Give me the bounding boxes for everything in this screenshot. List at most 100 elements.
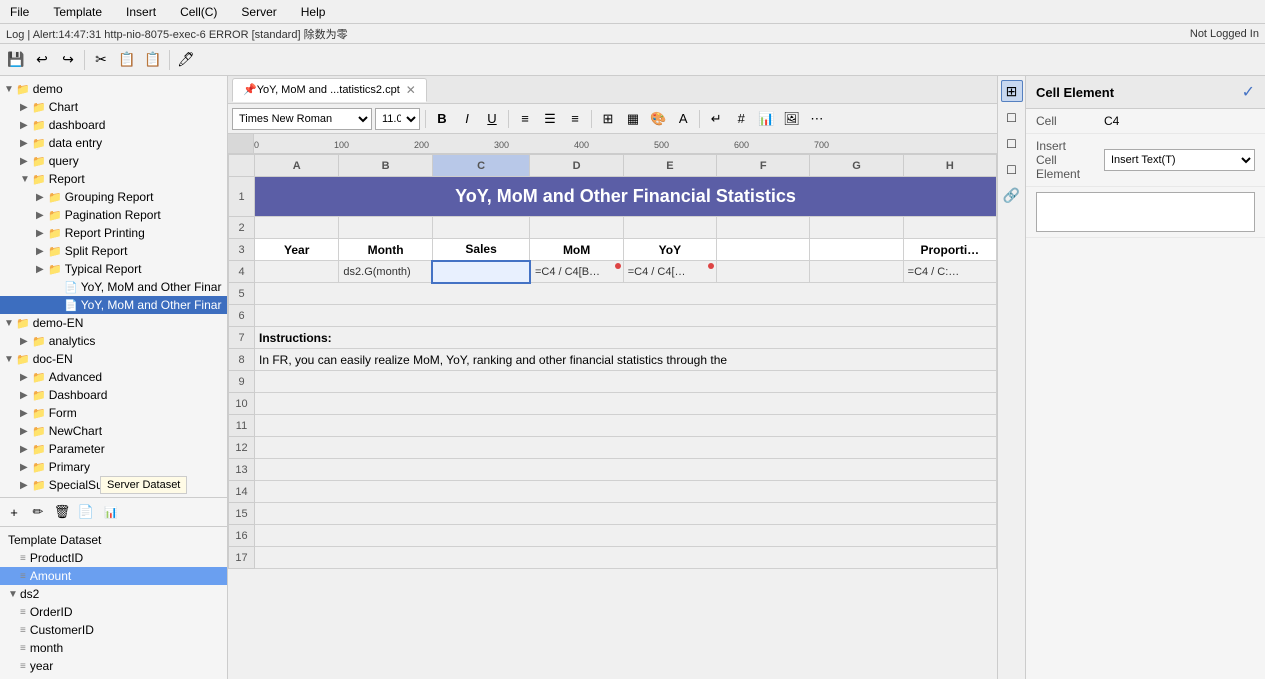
dataset-customerid[interactable]: ≡ CustomerID: [0, 621, 227, 639]
sidebar-item-typical-report[interactable]: ▶ 📁 Typical Report: [0, 260, 227, 278]
cell-a3[interactable]: Year: [255, 239, 339, 261]
align-right-btn[interactable]: ≡: [564, 108, 586, 130]
cell-a9[interactable]: [255, 371, 997, 393]
dataset-amount[interactable]: ≡ Amount: [0, 567, 227, 585]
cell-a12[interactable]: [255, 437, 997, 459]
cell-a6[interactable]: [255, 305, 997, 327]
text-wrap-btn[interactable]: ↵: [705, 108, 727, 130]
cell-e3[interactable]: YoY: [623, 239, 716, 261]
cell-g4[interactable]: [810, 261, 903, 283]
dataset-year[interactable]: ≡ year: [0, 657, 227, 675]
sidebar-item-doc-dashboard[interactable]: ▶ 📁 Dashboard: [0, 386, 227, 404]
property-check-btn[interactable]: ✓: [1242, 82, 1255, 102]
server-dataset-btn[interactable]: 📊 Server Dataset: [99, 501, 123, 523]
cell-b2[interactable]: [339, 217, 432, 239]
chart-btn[interactable]: 📊: [755, 108, 777, 130]
cell-e2[interactable]: [623, 217, 716, 239]
number-format-btn[interactable]: #: [730, 108, 752, 130]
cell-a10[interactable]: [255, 393, 997, 415]
cell-e4[interactable]: =C4 / C4[…: [623, 261, 716, 283]
grid-view-btn[interactable]: ⊞: [1001, 80, 1023, 102]
cell-a14[interactable]: [255, 481, 997, 503]
format-painter-btn[interactable]: 🖊: [174, 48, 198, 72]
sidebar-item-yoy2[interactable]: 📄 YoY, MoM and Other Finar: [0, 296, 227, 314]
sidebar-item-split-report[interactable]: ▶ 📁 Split Report: [0, 242, 227, 260]
menu-insert[interactable]: Insert: [122, 3, 160, 21]
menu-file[interactable]: File: [6, 3, 33, 21]
col-header-h[interactable]: H: [903, 155, 996, 177]
copy-dataset-btn[interactable]: 📄: [75, 501, 97, 523]
sidebar-item-dataentry[interactable]: ▶ 📁 data entry: [0, 134, 227, 152]
cell-a17[interactable]: [255, 547, 997, 569]
cell-a16[interactable]: [255, 525, 997, 547]
spreadsheet-container[interactable]: A B C D E F G H 1 YoY, MoM: [228, 154, 997, 679]
tab-close-btn[interactable]: ✕: [406, 83, 416, 97]
col-header-b[interactable]: B: [339, 155, 432, 177]
sidebar-item-query[interactable]: ▶ 📁 query: [0, 152, 227, 170]
image-btn[interactable]: 🖼: [780, 108, 803, 130]
sidebar-item-form[interactable]: ▶ 📁 Form: [0, 404, 227, 422]
col-header-f[interactable]: F: [717, 155, 810, 177]
col-header-d[interactable]: D: [530, 155, 623, 177]
tab-main[interactable]: 📌 YoY, MoM and ...tatistics2.cpt ✕: [232, 78, 427, 102]
cell-h4[interactable]: =C4 / C:…: [903, 261, 996, 283]
copy-btn[interactable]: 📋: [115, 48, 139, 72]
cell-d4[interactable]: =C4 / C4[B…: [530, 261, 623, 283]
dataset-productid[interactable]: ≡ ProductID: [0, 549, 227, 567]
cell-h3[interactable]: Proporti…: [903, 239, 996, 261]
cell-c3[interactable]: Sales: [432, 239, 530, 261]
cell-g3[interactable]: [810, 239, 903, 261]
sidebar-item-demo[interactable]: ▼ 📁 demo: [0, 80, 227, 98]
panel-btn-2[interactable]: □: [1001, 132, 1023, 154]
sidebar-item-grouping-report[interactable]: ▶ 📁 Grouping Report: [0, 188, 227, 206]
cell-b4[interactable]: ds2.G(month): [339, 261, 432, 283]
sidebar-item-parameter[interactable]: ▶ 📁 Parameter: [0, 440, 227, 458]
cell-f2[interactable]: [717, 217, 810, 239]
cell-g2[interactable]: [810, 217, 903, 239]
sidebar-item-chart[interactable]: ▶ 📁 Chart: [0, 98, 227, 116]
cell-a4[interactable]: [255, 261, 339, 283]
cell-d3[interactable]: MoM: [530, 239, 623, 261]
insert-select[interactable]: Insert Text(T): [1104, 149, 1255, 171]
font-color-btn[interactable]: A: [672, 108, 694, 130]
sidebar-item-newchart[interactable]: ▶ 📁 NewChart: [0, 422, 227, 440]
col-header-c[interactable]: C: [432, 155, 530, 177]
redo-btn[interactable]: ↪: [56, 48, 80, 72]
sidebar-item-pagination-report[interactable]: ▶ 📁 Pagination Report: [0, 206, 227, 224]
panel-btn-1[interactable]: □: [1001, 106, 1023, 128]
cell-a11[interactable]: [255, 415, 997, 437]
sidebar-item-dashboard[interactable]: ▶ 📁 dashboard: [0, 116, 227, 134]
menu-cell[interactable]: Cell(C): [176, 3, 221, 21]
sidebar-item-doc-en[interactable]: ▼ 📁 doc-EN: [0, 350, 227, 368]
cell-b3[interactable]: Month: [339, 239, 432, 261]
edit-dataset-btn[interactable]: ✏: [27, 501, 49, 523]
title-cell[interactable]: YoY, MoM and Other Financial Statistics: [255, 177, 997, 217]
cell-c2[interactable]: [432, 217, 530, 239]
delete-dataset-btn[interactable]: 🗑: [51, 501, 73, 523]
cut-btn[interactable]: ✂: [89, 48, 113, 72]
cell-a2[interactable]: [255, 217, 339, 239]
menu-server[interactable]: Server: [237, 3, 280, 21]
merge-btn[interactable]: ⊞: [597, 108, 619, 130]
paste-btn[interactable]: 📋: [141, 48, 165, 72]
sidebar-item-advanced[interactable]: ▶ 📁 Advanced: [0, 368, 227, 386]
cell-a8[interactable]: In FR, you can easily realize MoM, YoY, …: [255, 349, 997, 371]
cell-a13[interactable]: [255, 459, 997, 481]
panel-btn-3[interactable]: □: [1001, 158, 1023, 180]
link-btn[interactable]: 🔗: [1001, 184, 1023, 206]
fill-color-btn[interactable]: 🎨: [647, 108, 669, 130]
cell-f4[interactable]: [717, 261, 810, 283]
cell-a7[interactable]: Instructions:: [255, 327, 997, 349]
font-size-select[interactable]: 11.0: [375, 108, 420, 130]
col-header-a[interactable]: A: [255, 155, 339, 177]
cell-f3[interactable]: [717, 239, 810, 261]
cell-a5[interactable]: [255, 283, 997, 305]
font-name-select[interactable]: Times New Roman: [232, 108, 372, 130]
italic-btn[interactable]: I: [456, 108, 478, 130]
sidebar-item-demo-en[interactable]: ▼ 📁 demo-EN: [0, 314, 227, 332]
border-btn[interactable]: ▦: [622, 108, 644, 130]
col-header-e[interactable]: E: [623, 155, 716, 177]
align-left-btn[interactable]: ≡: [514, 108, 536, 130]
add-dataset-btn[interactable]: +: [3, 501, 25, 523]
cell-a15[interactable]: [255, 503, 997, 525]
